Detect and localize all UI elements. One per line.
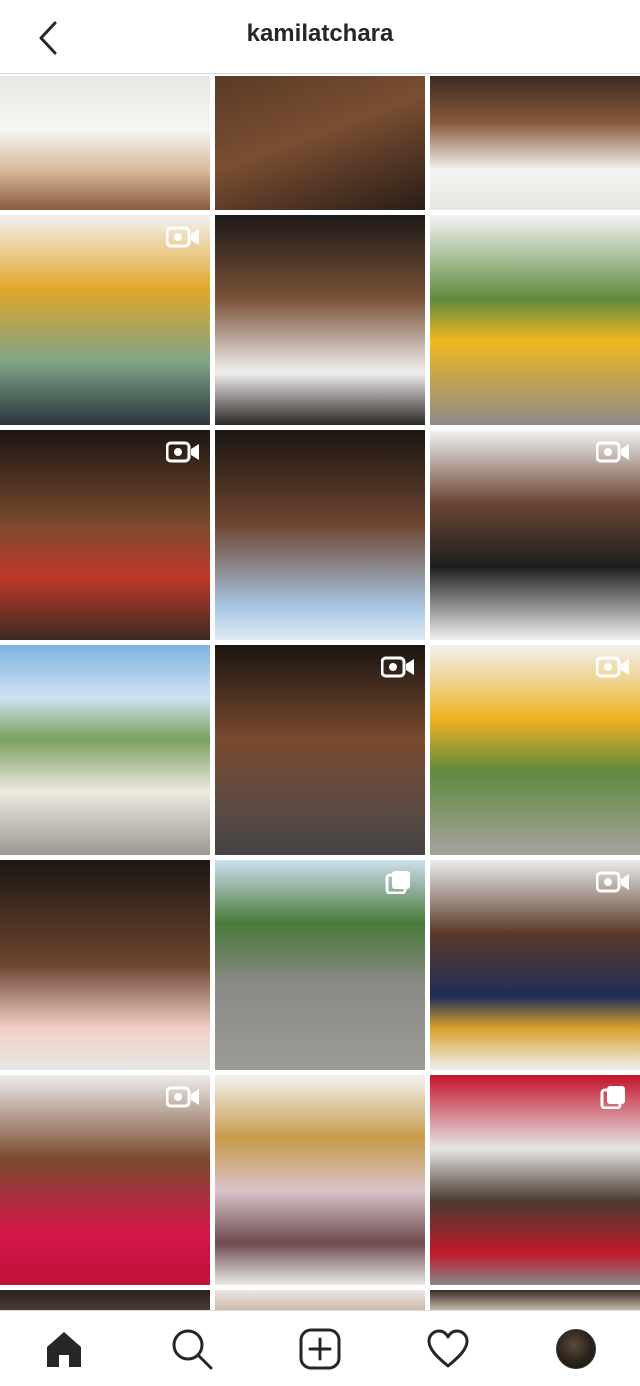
nav-activity[interactable] bbox=[424, 1325, 472, 1373]
video-icon bbox=[595, 870, 630, 894]
post-thumbnail[interactable] bbox=[0, 430, 210, 640]
nav-profile[interactable] bbox=[552, 1325, 600, 1373]
profile-username: kamilatchara bbox=[246, 20, 394, 47]
carousel-icon bbox=[381, 870, 415, 895]
post-thumbnail[interactable] bbox=[0, 860, 210, 1070]
post-thumbnail[interactable] bbox=[430, 430, 640, 640]
post-thumbnail[interactable] bbox=[430, 76, 640, 210]
posts-grid bbox=[0, 76, 640, 1310]
post-thumbnail[interactable] bbox=[215, 1290, 425, 1310]
nav-new-post[interactable] bbox=[296, 1325, 344, 1373]
post-thumbnail[interactable] bbox=[0, 1290, 210, 1310]
post-thumbnail[interactable] bbox=[215, 860, 425, 1070]
profile-header: kamilatchara bbox=[0, 0, 640, 74]
bottom-nav bbox=[0, 1310, 640, 1386]
home-icon bbox=[47, 1332, 81, 1367]
activity-heart-icon bbox=[427, 1329, 469, 1368]
video-icon bbox=[595, 655, 630, 679]
post-thumbnail[interactable] bbox=[215, 1075, 425, 1285]
post-thumbnail[interactable] bbox=[0, 76, 210, 210]
new-post-icon bbox=[299, 1328, 341, 1370]
post-thumbnail[interactable] bbox=[430, 1075, 640, 1285]
profile-avatar bbox=[556, 1329, 596, 1369]
carousel-icon bbox=[596, 1085, 630, 1110]
video-icon bbox=[165, 1085, 200, 1109]
video-icon bbox=[165, 440, 200, 464]
nav-home[interactable] bbox=[40, 1325, 88, 1373]
video-icon bbox=[380, 655, 415, 679]
post-thumbnail[interactable] bbox=[0, 215, 210, 425]
post-thumbnail[interactable] bbox=[215, 76, 425, 210]
post-thumbnail[interactable] bbox=[430, 860, 640, 1070]
post-thumbnail[interactable] bbox=[430, 215, 640, 425]
post-thumbnail[interactable] bbox=[0, 645, 210, 855]
post-thumbnail[interactable] bbox=[215, 430, 425, 640]
nav-search[interactable] bbox=[168, 1325, 216, 1373]
post-thumbnail[interactable] bbox=[430, 645, 640, 855]
video-icon bbox=[595, 440, 630, 464]
post-thumbnail[interactable] bbox=[215, 645, 425, 855]
search-icon bbox=[172, 1329, 213, 1370]
post-thumbnail[interactable] bbox=[430, 1290, 640, 1310]
video-icon bbox=[165, 225, 200, 249]
post-thumbnail[interactable] bbox=[0, 1075, 210, 1285]
post-thumbnail[interactable] bbox=[215, 215, 425, 425]
